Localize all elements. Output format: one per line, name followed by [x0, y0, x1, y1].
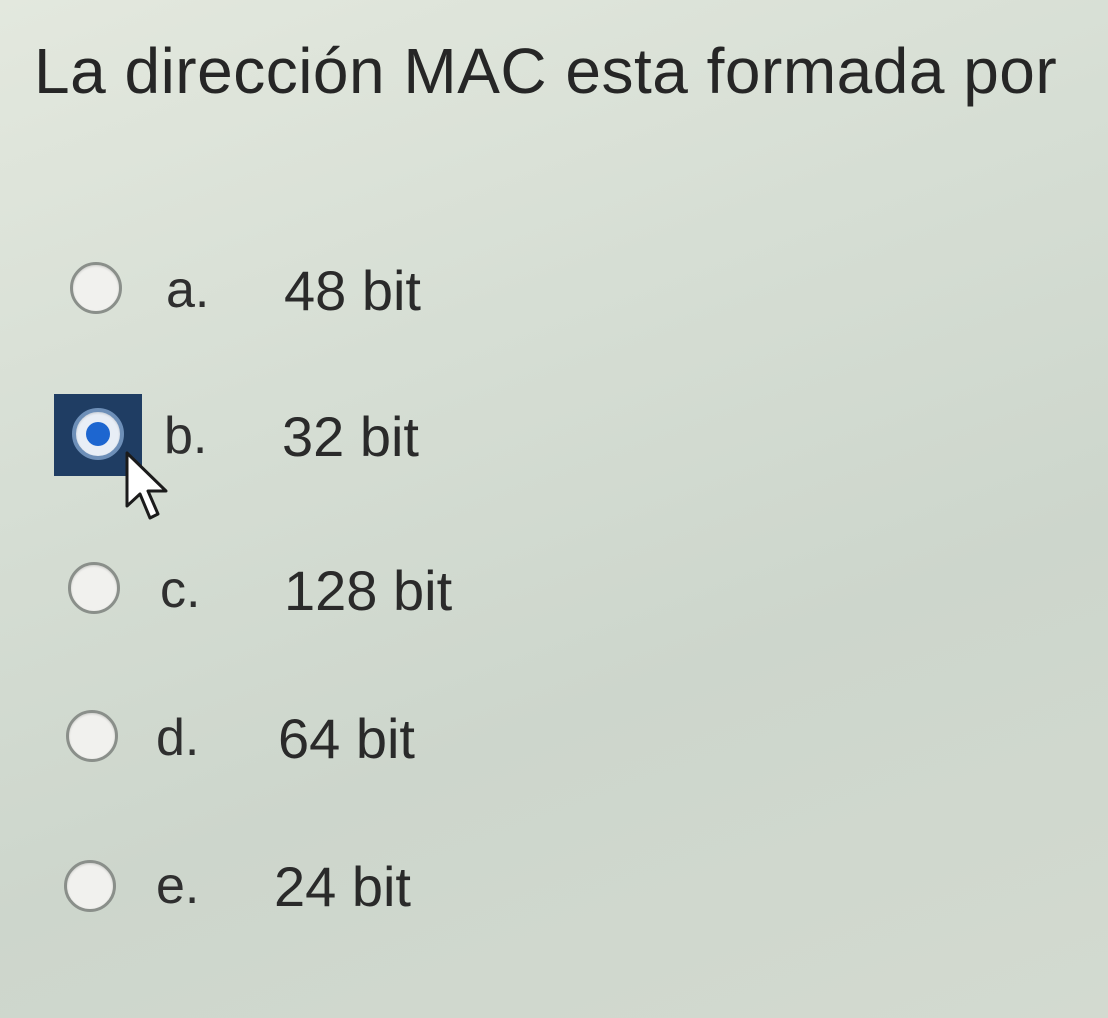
option-d-letter: d.	[156, 709, 200, 767]
option-c-letter: c.	[160, 561, 201, 619]
option-d-value: 64 bit	[278, 707, 415, 770]
option-b-value: 32 bit	[282, 405, 419, 468]
option-e-value: 24 bit	[274, 855, 411, 918]
option-c-value: 128 bit	[284, 559, 453, 622]
option-e[interactable]: e. 24 bit	[0, 846, 700, 926]
option-d[interactable]: d. 64 bit	[0, 698, 700, 778]
option-c[interactable]: c. 128 bit	[0, 550, 700, 630]
option-e-letter: e.	[156, 857, 200, 915]
option-b-letter: b.	[164, 407, 208, 465]
radio-option-a[interactable]	[70, 262, 122, 314]
radio-option-b[interactable]	[72, 408, 124, 460]
option-a-value: 48 bit	[284, 259, 421, 322]
option-a[interactable]: a. 48 bit	[0, 250, 700, 330]
radio-option-e[interactable]	[64, 860, 116, 912]
option-a-letter: a.	[166, 261, 210, 319]
radio-option-d[interactable]	[66, 710, 118, 762]
option-b[interactable]: b. 32 bit	[0, 396, 700, 476]
radio-option-c[interactable]	[68, 562, 120, 614]
mouse-pointer-icon	[125, 451, 168, 520]
